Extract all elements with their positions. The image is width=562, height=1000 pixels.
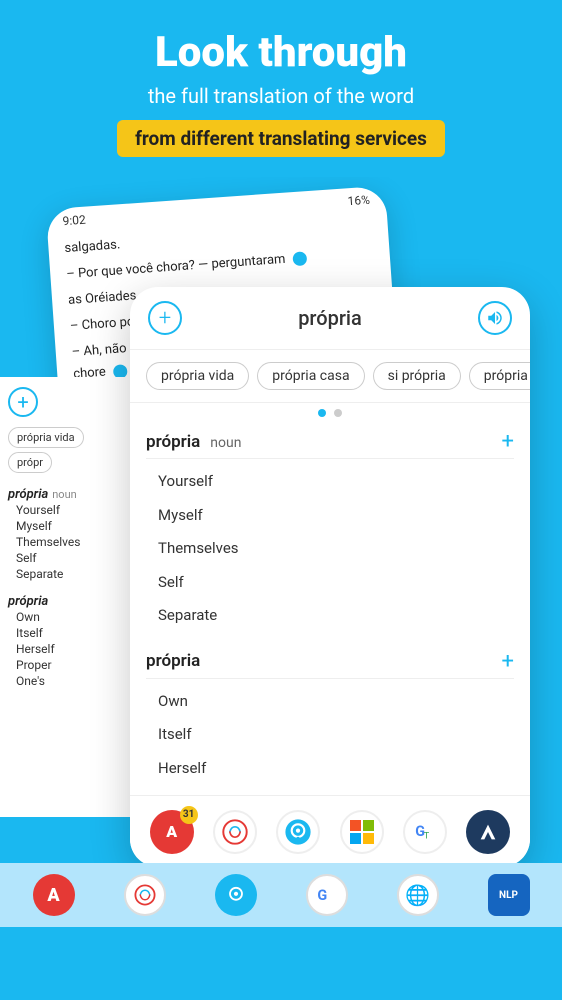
fg-tag-3[interactable]: si própria (373, 362, 461, 390)
fg-add-button[interactable]: + (148, 301, 182, 335)
left-panel-tags: própria vida própr (8, 427, 131, 473)
fg-trans-herself: Herself (146, 752, 514, 786)
fg-section-2-header: própria + (146, 649, 514, 674)
fg-section-1: própria noun + Yourself Myself Themselve… (146, 429, 514, 633)
reverso-icon[interactable] (213, 810, 257, 854)
fg-section-2: própria + Own Itself Herself (146, 649, 514, 786)
left-item-separate: Separate (8, 566, 131, 582)
reverso-svg (222, 819, 248, 845)
bg-bottom-icons: A G 🌐 NLP (0, 863, 562, 927)
fg-trans-own: Own (146, 685, 514, 719)
fg-section-2-divider (146, 678, 514, 679)
microsoft-svg (349, 819, 375, 845)
left-item-ones: One's (8, 673, 131, 689)
abbyy-badge: 31 (180, 806, 198, 824)
left-section-2-word: própria (8, 590, 131, 609)
fg-topbar: + própria (130, 287, 530, 350)
fg-tag-4[interactable]: própria c (469, 362, 530, 390)
fg-trans-themselves: Themselves (146, 532, 514, 566)
phone-area: 9:02 16% salgadas. – Por que você chora?… (0, 177, 562, 927)
fg-tags-row: própria vida própria casa si própria pró… (130, 350, 530, 403)
fg-trans-itself: Itself (146, 718, 514, 752)
svg-text:T: T (424, 831, 430, 841)
smartcat-svg (477, 821, 499, 843)
left-item-proper: Proper (8, 657, 131, 673)
sound-icon (486, 309, 504, 327)
header-section: Look through the full translation of the… (0, 0, 562, 177)
left-item-yourself: Yourself (8, 502, 131, 518)
microsoft-icon[interactable] (340, 810, 384, 854)
bg-reverso-svg (133, 883, 157, 907)
google-translate-icon[interactable]: G T (403, 810, 447, 854)
bg-google-icon[interactable]: G (306, 874, 348, 916)
fg-section-2-plus[interactable]: + (502, 649, 514, 674)
dot-2-inactive (334, 409, 342, 417)
fg-sound-button[interactable] (478, 301, 512, 335)
deepl-icon[interactable] (276, 810, 320, 854)
fg-tag-1[interactable]: própria vida (146, 362, 249, 390)
dot-1-active (318, 409, 326, 417)
bg-deepl-icon[interactable] (215, 874, 257, 916)
left-panel: + própria vida própr própria noun Yourse… (0, 377, 140, 817)
fg-trans-separate: Separate (146, 599, 514, 633)
left-item-itself: Itself (8, 625, 131, 641)
fg-bottom-bar: A 31 (130, 795, 530, 867)
fg-dots-indicator (130, 403, 530, 419)
left-item-herself: Herself (8, 641, 131, 657)
fg-word-title: própria (298, 306, 362, 330)
left-section-1: própria noun Yourself Myself Themselves … (8, 483, 131, 582)
fg-trans-self: Self (146, 566, 514, 600)
google-translate-svg: G T (412, 819, 438, 845)
svg-text:G: G (317, 887, 327, 904)
fg-body: própria noun + Yourself Myself Themselve… (130, 419, 530, 785)
left-panel-add-btn[interactable]: + (8, 387, 38, 417)
header-badge: from different translating services (117, 120, 445, 157)
left-item-myself: Myself (8, 518, 131, 534)
bg-google-svg: G (315, 883, 339, 907)
deepl-svg (284, 818, 312, 846)
bg-battery: 16% (347, 193, 370, 209)
smartcat-icon[interactable] (466, 810, 510, 854)
bg-abbyy-icon[interactable]: A (33, 874, 75, 916)
bg-time: 9:02 (62, 213, 86, 229)
fg-section-1-header: própria noun + (146, 429, 514, 454)
header-title: Look through (20, 30, 542, 76)
fg-trans-myself: Myself (146, 499, 514, 533)
left-item-own: Own (8, 609, 131, 625)
fg-section-2-title: própria (146, 651, 200, 671)
bg-reverso-icon[interactable] (124, 874, 166, 916)
fg-trans-yourself: Yourself (146, 465, 514, 499)
left-item-themselves: Themselves (8, 534, 131, 550)
abbyy-label: A (166, 822, 177, 841)
left-item-self: Self (8, 550, 131, 566)
fg-section-1-plus[interactable]: + (502, 429, 514, 454)
bg-nlp-icon[interactable]: NLP (488, 874, 530, 916)
foreground-phone: + própria própria vida própria casa si p… (130, 287, 530, 867)
fg-section-1-divider (146, 458, 514, 459)
left-section-2: própria Own Itself Herself Proper One's (8, 590, 131, 689)
left-tag-2[interactable]: própr (8, 452, 52, 473)
fg-section-1-title: própria noun (146, 432, 241, 452)
bg-lang-icon[interactable]: 🌐 (397, 874, 439, 916)
left-tag-1[interactable]: própria vida (8, 427, 84, 448)
fg-tag-2[interactable]: própria casa (257, 362, 364, 390)
abbyy-icon[interactable]: A 31 (150, 810, 194, 854)
header-subtitle: the full translation of the word (20, 84, 542, 108)
bg-deepl-svg (224, 883, 248, 907)
left-section-1-word: própria noun (8, 483, 131, 502)
